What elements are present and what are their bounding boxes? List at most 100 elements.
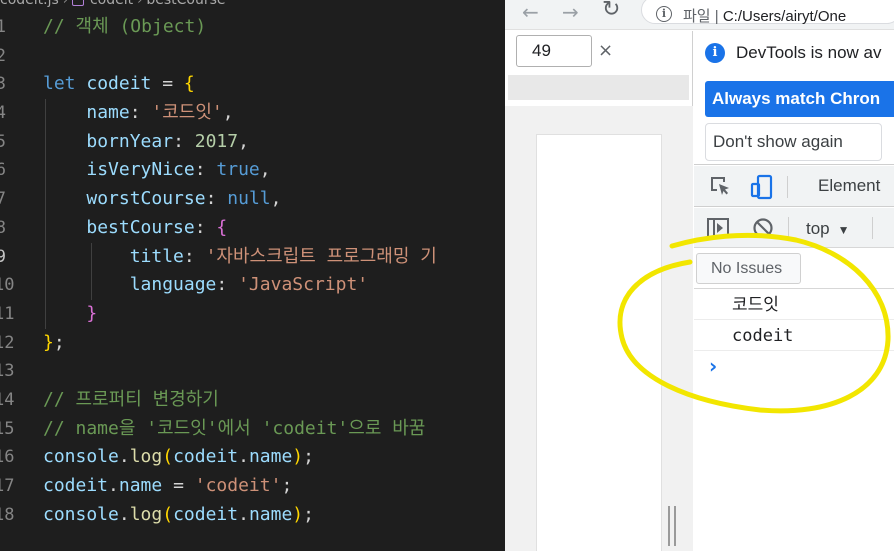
line-number: 14 [0, 389, 15, 410]
code-token: ; [53, 331, 65, 353]
indent-guide [45, 213, 46, 243]
code-text: console.log(codeit.name); [43, 443, 314, 472]
code-text: bornYear: 2017, [43, 128, 249, 157]
media-query-bar[interactable] [508, 75, 689, 100]
code-text: name: '코드잇', [43, 99, 234, 128]
code-editor[interactable]: codeit.js › codeit › bestCourse 1 // 객체 (… [0, 0, 505, 551]
viewport-canvas [505, 106, 693, 551]
code-token: ( [162, 446, 174, 468]
code-token: 'codeit' [194, 475, 282, 496]
inspect-element-icon[interactable] [708, 174, 732, 202]
browser-toolbar: ← → ↻ i 파일 | C:/Users/airyt/One [505, 0, 894, 30]
tab-elements[interactable]: Element [818, 176, 880, 196]
code-token: 2017 [194, 130, 239, 152]
code-text: console.log(codeit.name); [43, 501, 314, 530]
code-token: = [162, 475, 195, 496]
console-message[interactable]: codeit [694, 321, 894, 351]
code-token: { [183, 73, 195, 95]
code-token: . [238, 503, 249, 525]
forward-arrow-icon[interactable]: → [562, 2, 579, 22]
code-token: bestCourse [86, 216, 195, 238]
line-number: 10 [0, 275, 15, 296]
code-token: , [238, 130, 249, 152]
address-bar[interactable]: i 파일 | C:/Users/airyt/One [641, 0, 894, 25]
code-token: : [194, 159, 217, 181]
resize-handle[interactable] [668, 506, 678, 546]
always-match-button[interactable]: Always match Chron [705, 81, 894, 117]
indent-guide [45, 299, 46, 329]
viewport-width-input[interactable]: 49 [516, 35, 592, 67]
breadcrumb-property[interactable]: bestCourse [146, 0, 225, 8]
code-token: ; [281, 475, 293, 496]
code-text: // 객체 (Object) [43, 13, 206, 42]
console-prompt-icon[interactable]: › [709, 354, 717, 378]
breadcrumb-file[interactable]: codeit.js [0, 0, 59, 8]
code-token: } [86, 302, 98, 324]
object-icon [71, 0, 84, 6]
dimension-times-icon: × [598, 40, 614, 61]
breadcrumb-symbol[interactable]: codeit [90, 0, 133, 8]
code-token: ( [162, 503, 174, 525]
rendered-page [536, 134, 662, 551]
code-token: log [129, 503, 163, 525]
code-token: ; [303, 503, 314, 525]
indent-guide [45, 127, 46, 157]
code-token: log [129, 446, 163, 468]
code-token: console [43, 446, 119, 468]
line-number: 4 [0, 103, 6, 124]
indent-guide [45, 271, 46, 300]
code-token: codeit [43, 475, 109, 496]
info-circle-icon: i [705, 43, 725, 63]
code-token: // 프로퍼티 변경하기 [43, 388, 219, 410]
line-number: 6 [0, 160, 6, 181]
code-token: language [129, 274, 217, 296]
toolbar-divider [872, 217, 873, 239]
code-token: bornYear [86, 130, 174, 152]
indent-guide [91, 242, 92, 272]
context-label: top [806, 219, 830, 238]
context-selector[interactable]: top ▼ [806, 219, 850, 239]
code-token: let [43, 73, 76, 95]
line-number: 18 [0, 504, 15, 525]
code-text: } [43, 300, 97, 329]
dropdown-arrow-icon: ▼ [837, 223, 850, 237]
code-text: isVeryNice: true, [43, 156, 270, 185]
console-message[interactable]: 코드잇 [694, 290, 894, 320]
code-token: // name을 '코드잇'에서 'codeit'으로 바꿈 [43, 417, 426, 439]
code-token: title [129, 245, 184, 267]
sidebar-toggle-icon[interactable] [706, 217, 730, 243]
code-token: true [216, 159, 260, 181]
indent-guide [45, 156, 46, 186]
code-token: . [108, 475, 119, 496]
info-icon[interactable]: i [656, 6, 672, 22]
devtools-banner: i DevTools is now av Always match Chron … [694, 31, 894, 165]
indent-guide [45, 99, 46, 128]
chevron-right-icon: › [137, 0, 143, 8]
code-text: // 프로퍼티 변경하기 [43, 386, 219, 415]
dont-show-again-button[interactable]: Don't show again [705, 123, 882, 161]
code-token: , [222, 102, 234, 124]
console-toolbar: top ▼ [694, 208, 894, 248]
code-token: : [216, 274, 239, 296]
chevron-right-icon: › [62, 0, 68, 8]
code-token: name [86, 102, 130, 124]
line-number: 7 [0, 189, 6, 210]
code-token: name [118, 475, 163, 496]
code-token: : [173, 130, 195, 152]
clear-console-icon[interactable] [752, 217, 774, 243]
reload-icon[interactable]: ↻ [602, 0, 620, 21]
code-token: 'JavaScript' [238, 274, 369, 296]
line-number: 9 [0, 246, 6, 267]
no-issues-button[interactable]: No Issues [696, 253, 801, 284]
url-text: 파일 | C:/Users/airyt/One [683, 8, 847, 25]
code-token: : [129, 102, 152, 124]
back-arrow-icon[interactable]: ← [522, 2, 539, 22]
device-toolbar-icon[interactable] [749, 174, 775, 204]
